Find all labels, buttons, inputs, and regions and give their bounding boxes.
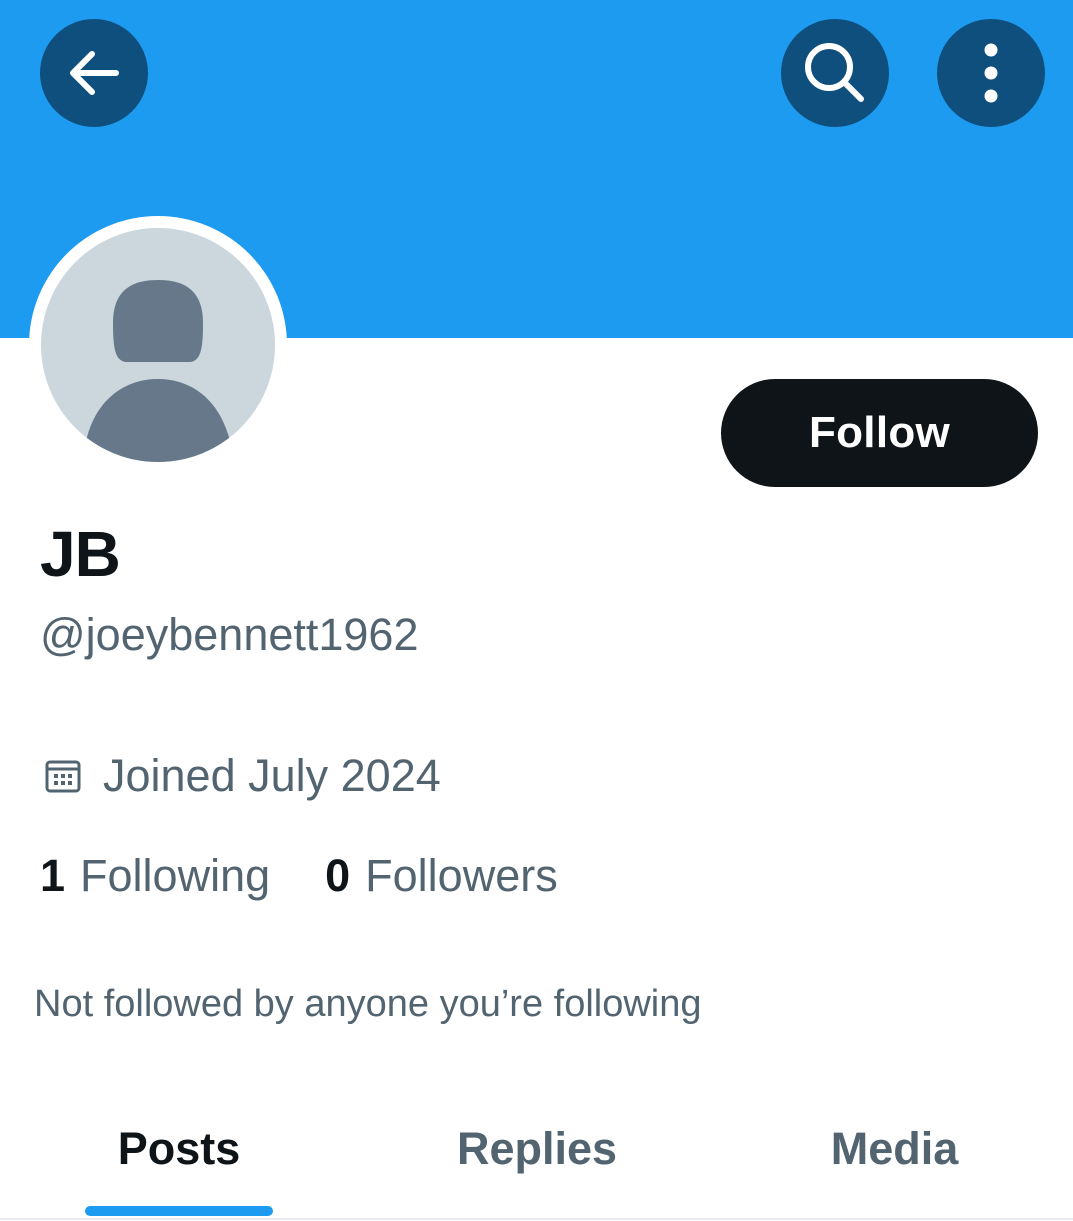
- tab-posts[interactable]: Posts: [0, 1080, 358, 1218]
- avatar-frame: [29, 216, 287, 474]
- arrow-left-icon: [62, 41, 126, 105]
- back-button[interactable]: [40, 19, 148, 127]
- user-handle: @joeybennett1962: [40, 609, 419, 660]
- more-options-button[interactable]: [937, 19, 1045, 127]
- following-count: 1: [40, 850, 66, 901]
- following-label: Following: [80, 850, 271, 901]
- followers-link[interactable]: 0 Followers: [325, 848, 558, 904]
- tabs-divider: [0, 1218, 1073, 1220]
- joined-date: Joined July 2024: [44, 748, 441, 804]
- default-avatar-icon: [41, 228, 275, 462]
- calendar-icon: [44, 757, 82, 795]
- more-vertical-icon: [981, 40, 1001, 106]
- followers-label: Followers: [365, 850, 558, 901]
- follow-button[interactable]: Follow: [721, 379, 1038, 487]
- followers-count: 0: [325, 850, 351, 901]
- search-button[interactable]: [781, 19, 889, 127]
- profile-tabs: Posts Replies Media: [0, 1080, 1073, 1221]
- joined-text: Joined July 2024: [103, 750, 441, 801]
- search-icon: [800, 38, 870, 108]
- not-followed-notice: Not followed by anyone you’re following: [34, 983, 702, 1025]
- avatar[interactable]: [41, 228, 275, 462]
- follow-stats: 1 Following 0 Followers: [40, 848, 558, 904]
- selected-tab-indicator: [85, 1206, 273, 1216]
- following-link[interactable]: 1 Following: [40, 848, 270, 904]
- tab-media[interactable]: Media: [716, 1080, 1073, 1218]
- display-name: JB: [40, 518, 121, 590]
- tab-replies[interactable]: Replies: [358, 1080, 716, 1218]
